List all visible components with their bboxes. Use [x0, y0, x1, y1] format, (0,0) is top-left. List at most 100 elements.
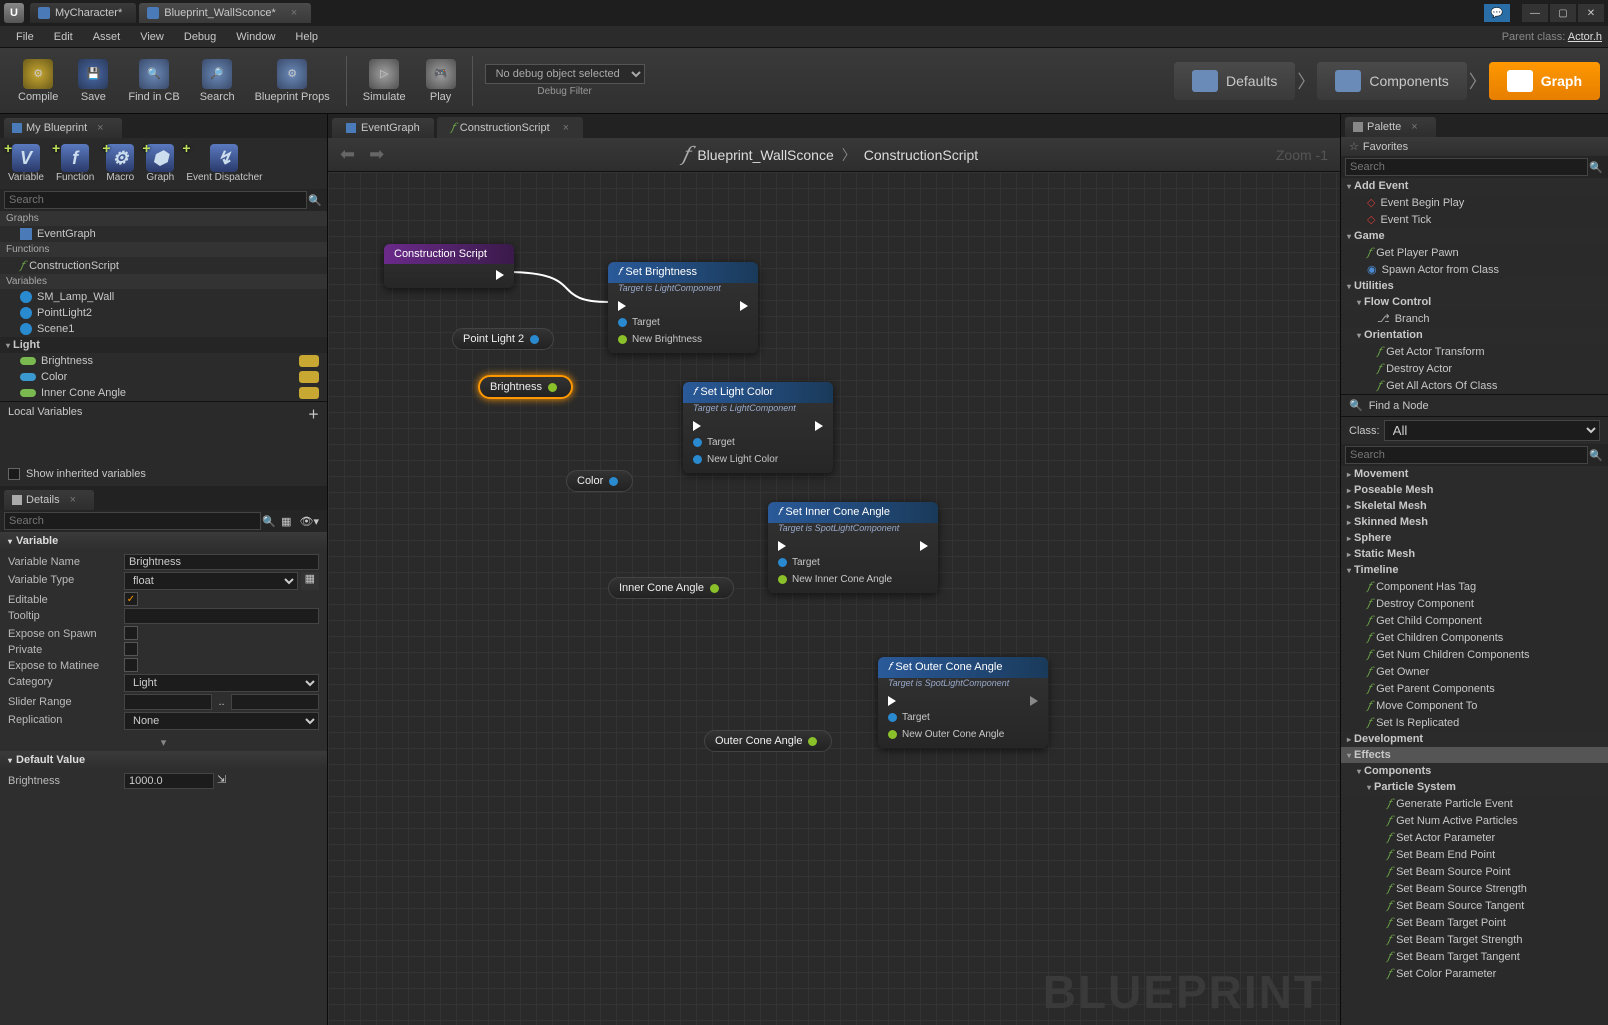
tree-var-brightness[interactable]: Brightness [0, 353, 327, 369]
item-set-actor-parameter[interactable]: 𝑓Set Actor Parameter [1341, 829, 1608, 846]
menu-file[interactable]: File [6, 28, 44, 46]
variable-type-select[interactable]: float [124, 572, 298, 590]
private-checkbox[interactable] [124, 642, 138, 656]
cat-flowcontrol[interactable]: Flow Control [1341, 294, 1608, 310]
add-function-button[interactable]: +fFunction [52, 142, 98, 185]
menu-debug[interactable]: Debug [174, 28, 226, 46]
add-macro-button[interactable]: +⚙Macro [102, 142, 138, 185]
eye-icon[interactable] [299, 371, 319, 383]
category-select[interactable]: Light [124, 674, 319, 692]
replication-select[interactable]: None [124, 712, 319, 730]
menu-asset[interactable]: Asset [83, 28, 131, 46]
cat-effects[interactable]: Effects [1341, 747, 1608, 763]
details-search-input[interactable] [4, 512, 261, 530]
expand-more-icon[interactable]: ▾ [0, 734, 327, 751]
node-set-brightness[interactable]: 𝑓Set Brightness Target is LightComponent… [608, 262, 758, 353]
item-set-beam-source-point[interactable]: 𝑓Set Beam Source Point [1341, 863, 1608, 880]
maximize-button[interactable]: ▢ [1550, 4, 1576, 22]
menu-view[interactable]: View [130, 28, 174, 46]
var-node-color[interactable]: Color [566, 470, 633, 492]
compile-button[interactable]: ⚙Compile [8, 55, 68, 107]
tree-cat-light[interactable]: Light [0, 337, 327, 353]
nav-back-icon[interactable]: ⬅ [340, 144, 355, 165]
eye-icon[interactable] [299, 387, 319, 399]
item-set-color-parameter[interactable]: 𝑓Set Color Parameter [1341, 965, 1608, 982]
item-set-beam-source-tangent[interactable]: 𝑓Set Beam Source Tangent [1341, 897, 1608, 914]
mybp-search-input[interactable] [4, 191, 307, 209]
save-button[interactable]: 💾Save [68, 55, 118, 107]
node-set-outer-cone[interactable]: 𝑓Set Outer Cone Angle Target is SpotLigh… [878, 657, 1048, 748]
close-icon[interactable]: × [97, 122, 103, 134]
node-library[interactable]: Movement Poseable Mesh Skeletal Mesh Ski… [1341, 466, 1608, 1025]
find-in-cb-button[interactable]: 🔍Find in CB [118, 55, 189, 107]
var-node-pointlight2[interactable]: Point Light 2 [452, 328, 554, 350]
breadcrumb-leaf[interactable]: ConstructionScript [864, 147, 978, 163]
minimize-button[interactable]: — [1522, 4, 1548, 22]
cat-development[interactable]: Development [1341, 731, 1608, 747]
var-node-brightness[interactable]: Brightness [478, 375, 573, 399]
item-destroy-actor[interactable]: 𝑓Destroy Actor [1341, 360, 1608, 377]
window-tab-wallsconce[interactable]: Blueprint_WallSconce*× [139, 3, 311, 23]
cat-timeline[interactable]: Timeline [1341, 562, 1608, 578]
cat-game[interactable]: Game [1341, 228, 1608, 244]
section-default-value[interactable]: Default Value [0, 751, 327, 769]
item-move-component-to[interactable]: 𝑓Move Component To [1341, 697, 1608, 714]
item-generate-particle-event[interactable]: 𝑓Generate Particle Event [1341, 795, 1608, 812]
menu-window[interactable]: Window [226, 28, 285, 46]
add-variable-button[interactable]: +VVariable [4, 142, 48, 185]
cat-movement[interactable]: Movement [1341, 466, 1608, 482]
tree-var-color[interactable]: Color [0, 369, 327, 385]
mode-components[interactable]: Components [1317, 62, 1466, 100]
expose-spawn-checkbox[interactable] [124, 626, 138, 640]
item-get-player-pawn[interactable]: 𝑓Get Player Pawn [1341, 244, 1608, 261]
chat-icon[interactable]: 💬 [1484, 4, 1510, 22]
graph-canvas[interactable]: Construction Script 𝑓Set Brightness Targ… [328, 172, 1340, 1025]
tree-constructionscript[interactable]: 𝑓ConstructionScript [0, 257, 327, 274]
search-button[interactable]: 🔎Search [190, 55, 245, 107]
panel-tab-palette[interactable]: Palette× [1345, 117, 1436, 137]
blueprint-props-button[interactable]: ⚙Blueprint Props [245, 55, 340, 107]
item-set-beam-end-point[interactable]: 𝑓Set Beam End Point [1341, 846, 1608, 863]
item-set-beam-target-strength[interactable]: 𝑓Set Beam Target Strength [1341, 931, 1608, 948]
tooltip-input[interactable] [124, 608, 319, 624]
item-spawn-actor[interactable]: ◉Spawn Actor from Class [1341, 261, 1608, 278]
item-event-begin-play[interactable]: ◇Event Begin Play [1341, 194, 1608, 211]
tree-eventgraph[interactable]: EventGraph [0, 226, 327, 242]
item-set-beam-source-strength[interactable]: 𝑓Set Beam Source Strength [1341, 880, 1608, 897]
tree-var-scene[interactable]: Scene1 [0, 321, 327, 337]
cat-orientation[interactable]: Orientation [1341, 327, 1608, 343]
close-icon[interactable]: × [1411, 121, 1417, 133]
default-value-input[interactable] [124, 773, 214, 789]
close-button[interactable]: ✕ [1578, 4, 1604, 22]
cat-addevent[interactable]: Add Event [1341, 178, 1608, 194]
graph-tab-eventgraph[interactable]: EventGraph [332, 118, 434, 138]
graph-tab-constructionscript[interactable]: 𝑓ConstructionScript× [437, 117, 583, 138]
menu-edit[interactable]: Edit [44, 28, 83, 46]
panel-tab-myblueprint[interactable]: My Blueprint× [4, 118, 122, 138]
item-get-num-children[interactable]: 𝑓Get Num Children Components [1341, 646, 1608, 663]
variable-name-input[interactable] [124, 554, 319, 570]
window-tab-mycharacter[interactable]: MyCharacter* [30, 3, 136, 23]
add-dispatcher-button[interactable]: +↯Event Dispatcher [182, 142, 266, 185]
show-inherited-toggle[interactable]: Show inherited variables [0, 462, 327, 486]
tree-var-lamp[interactable]: SM_Lamp_Wall [0, 289, 327, 305]
item-set-beam-target-point[interactable]: 𝑓Set Beam Target Point [1341, 914, 1608, 931]
nav-forward-icon[interactable]: ➡ [369, 144, 384, 165]
eye-icon[interactable] [299, 355, 319, 367]
var-node-inner-cone[interactable]: Inner Cone Angle [608, 577, 734, 599]
tree-var-pointlight[interactable]: PointLight2 [0, 305, 327, 321]
item-get-parent-components[interactable]: 𝑓Get Parent Components [1341, 680, 1608, 697]
slider-max-input[interactable] [231, 694, 319, 710]
item-event-tick[interactable]: ◇Event Tick [1341, 211, 1608, 228]
item-branch[interactable]: ⎇Branch [1341, 310, 1608, 327]
item-get-num-active-particles[interactable]: 𝑓Get Num Active Particles [1341, 812, 1608, 829]
cat-utilities[interactable]: Utilities [1341, 278, 1608, 294]
tree-var-innercone[interactable]: Inner Cone Angle [0, 385, 327, 401]
item-destroy-component[interactable]: 𝑓Destroy Component [1341, 595, 1608, 612]
cat-effects-components[interactable]: Components [1341, 763, 1608, 779]
eye-icon[interactable]: 👁▾ [296, 515, 324, 528]
simulate-button[interactable]: ▷Simulate [353, 55, 416, 107]
add-icon[interactable]: ＋ [308, 406, 319, 422]
node-set-light-color[interactable]: 𝑓Set Light Color Target is LightComponen… [683, 382, 833, 473]
add-graph-button[interactable]: +⬢Graph [142, 142, 178, 185]
